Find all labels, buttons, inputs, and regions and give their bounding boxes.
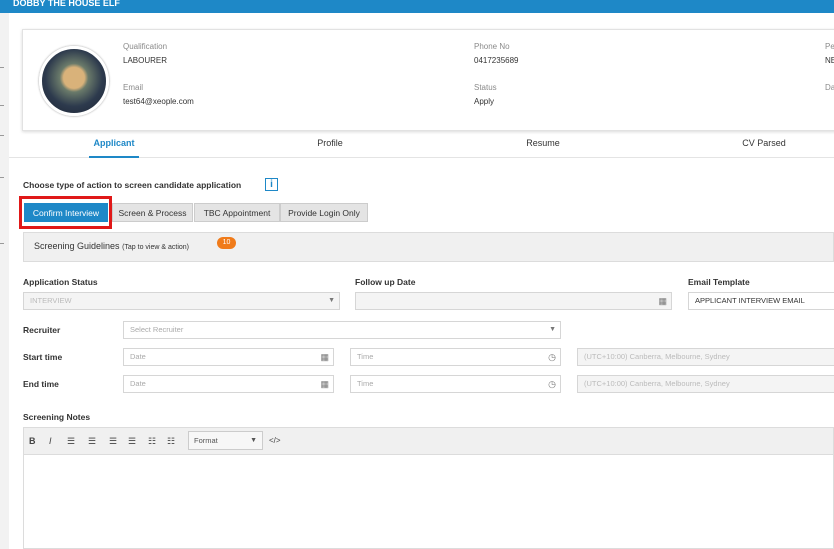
email-template-select[interactable]: APPLICANT INTERVIEW EMAIL bbox=[688, 292, 834, 310]
format-select[interactable]: Format ▼ bbox=[188, 431, 263, 450]
edge-mark bbox=[0, 135, 4, 136]
numbered-list-icon[interactable]: ☷ bbox=[167, 428, 175, 454]
chevron-down-icon: ▼ bbox=[250, 437, 257, 444]
email-value: test64@xeople.com bbox=[123, 97, 194, 106]
info-icon[interactable]: i bbox=[265, 178, 278, 191]
chevron-down-icon: ▼ bbox=[549, 326, 556, 333]
calendar-icon[interactable]: ▦ bbox=[320, 376, 329, 392]
end-time-placeholder: Time bbox=[357, 379, 374, 388]
screening-heading: Choose type of action to screen candidat… bbox=[23, 180, 242, 190]
status-label: Status bbox=[474, 83, 497, 92]
edge-mark bbox=[0, 67, 4, 68]
align-justify-icon[interactable]: ☰ bbox=[128, 428, 136, 454]
window-title-bar: DOBBY THE HOUSE ELF bbox=[0, 0, 834, 13]
qualification-value: LABOURER bbox=[123, 56, 168, 65]
profile-card: Qualification LABOURER Phone No 04172356… bbox=[22, 29, 834, 131]
col3-value-1: NE bbox=[825, 56, 834, 65]
avatar bbox=[39, 46, 109, 116]
tab-profile[interactable]: Profile bbox=[305, 129, 355, 157]
end-time-input[interactable]: Time ◷ bbox=[350, 375, 561, 393]
screening-guidelines[interactable]: Screening Guidelines (Tap to view & acti… bbox=[23, 232, 834, 262]
application-status-label: Application Status bbox=[23, 277, 98, 287]
code-view-button[interactable]: </> bbox=[269, 428, 281, 454]
start-date-input[interactable]: Date ▦ bbox=[123, 348, 334, 366]
editor-toolbar: B I ☰ ☰ ☰ ☰ ☷ ☷ Format ▼ </> bbox=[24, 428, 833, 455]
guidelines-hint: (Tap to view & action) bbox=[122, 244, 189, 251]
start-time-input[interactable]: Time ◷ bbox=[350, 348, 561, 366]
screen-process-button[interactable]: Screen & Process bbox=[112, 203, 193, 222]
tbc-appointment-button[interactable]: TBC Appointment bbox=[194, 203, 280, 222]
end-date-placeholder: Date bbox=[130, 379, 146, 388]
align-right-icon[interactable]: ☰ bbox=[109, 428, 117, 454]
application-status-select[interactable]: INTERVIEW ▼ bbox=[23, 292, 340, 310]
email-template-label: Email Template bbox=[688, 277, 750, 287]
end-timezone-select[interactable]: (UTC+10:00) Canberra, Melbourne, Sydney bbox=[577, 375, 834, 393]
follow-up-date-input[interactable]: ▦ bbox=[355, 292, 672, 310]
align-center-icon[interactable]: ☰ bbox=[88, 428, 96, 454]
tab-cv-parsed[interactable]: CV Parsed bbox=[734, 129, 794, 157]
application-status-value: INTERVIEW bbox=[30, 296, 72, 305]
edge-mark bbox=[0, 177, 4, 178]
window-title: DOBBY THE HOUSE ELF bbox=[13, 0, 120, 8]
chevron-down-icon: ▼ bbox=[328, 297, 335, 304]
recruiter-select[interactable]: Select Recruiter ▼ bbox=[123, 321, 561, 339]
guidelines-label: Screening Guidelines bbox=[34, 241, 120, 251]
guidelines-text: Screening Guidelines (Tap to view & acti… bbox=[34, 241, 189, 251]
follow-up-date-label: Follow up Date bbox=[355, 277, 416, 287]
tab-bar: Applicant Profile Resume CV Parsed bbox=[9, 129, 834, 158]
bold-button[interactable]: B bbox=[29, 428, 36, 454]
clock-icon[interactable]: ◷ bbox=[548, 349, 556, 365]
start-timezone-select[interactable]: (UTC+10:00) Canberra, Melbourne, Sydney bbox=[577, 348, 834, 366]
calendar-icon[interactable]: ▦ bbox=[320, 349, 329, 365]
format-label: Format bbox=[194, 436, 218, 445]
phone-value: 0417235689 bbox=[474, 56, 519, 65]
end-date-input[interactable]: Date ▦ bbox=[123, 375, 334, 393]
col3-label-1: Pe bbox=[825, 42, 834, 51]
screening-notes-label: Screening Notes bbox=[23, 412, 91, 422]
status-value: Apply bbox=[474, 97, 495, 106]
email-label: Email bbox=[123, 83, 144, 92]
left-edge bbox=[0, 13, 9, 549]
col3-label-2: Da bbox=[825, 83, 834, 92]
recruiter-label: Recruiter bbox=[23, 325, 61, 335]
align-left-icon[interactable]: ☰ bbox=[67, 428, 75, 454]
edge-mark bbox=[0, 105, 4, 106]
candidate-panel: Qualification LABOURER Phone No 04172356… bbox=[9, 13, 834, 549]
calendar-icon[interactable]: ▦ bbox=[658, 293, 667, 309]
clock-icon[interactable]: ◷ bbox=[548, 376, 556, 392]
start-time-placeholder: Time bbox=[357, 352, 374, 361]
screening-notes-editor[interactable]: B I ☰ ☰ ☰ ☰ ☷ ☷ Format ▼ </> bbox=[23, 427, 834, 549]
start-time-label: Start time bbox=[23, 352, 63, 362]
provide-login-button[interactable]: Provide Login Only bbox=[280, 203, 368, 222]
guidelines-count-badge: 10 bbox=[217, 237, 236, 249]
tab-applicant[interactable]: Applicant bbox=[89, 129, 139, 158]
bullet-list-icon[interactable]: ☷ bbox=[148, 428, 156, 454]
italic-button[interactable]: I bbox=[49, 428, 52, 454]
recruiter-placeholder: Select Recruiter bbox=[130, 325, 184, 334]
highlight-box bbox=[19, 196, 112, 229]
start-date-placeholder: Date bbox=[130, 352, 146, 361]
tab-resume[interactable]: Resume bbox=[518, 129, 568, 157]
qualification-label: Qualification bbox=[123, 42, 168, 51]
end-time-label: End time bbox=[23, 379, 59, 389]
phone-label: Phone No bbox=[474, 42, 510, 51]
edge-mark bbox=[0, 243, 4, 244]
